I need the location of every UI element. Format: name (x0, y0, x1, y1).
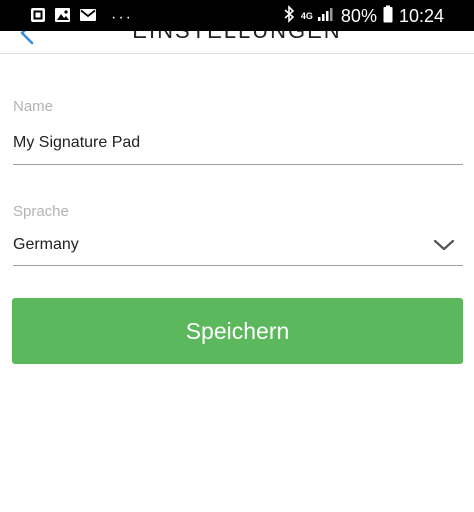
page-title: EINSTELLUNGEN (0, 31, 474, 44)
save-button-label: Speichern (185, 317, 290, 344)
name-input[interactable]: My Signature Pad (13, 134, 140, 152)
notification-icons: ··· (30, 7, 133, 28)
name-input-underline (13, 164, 463, 165)
status-bar: ··· 4G 80% 10:24 (0, 0, 474, 31)
battery-percentage: 80% (340, 6, 377, 26)
more-notifications-icon: ··· (111, 8, 133, 26)
language-select-underline (13, 265, 463, 266)
language-select[interactable]: Germany (13, 236, 79, 254)
mail-notification-icon (79, 7, 97, 28)
battery-icon (383, 5, 393, 28)
name-field-label: Name (13, 98, 54, 115)
signal-icon (317, 6, 335, 27)
screenshot-notification-icon (30, 7, 46, 28)
clock: 10:24 (398, 6, 444, 26)
save-button[interactable]: Speichern (12, 298, 463, 364)
chevron-down-icon[interactable] (433, 238, 455, 257)
image-notification-icon (54, 7, 71, 28)
language-field-label: Sprache (13, 203, 69, 220)
network-type-label: 4G (300, 11, 313, 21)
system-icons: 4G 80% 10:24 (283, 5, 444, 28)
bluetooth-icon (283, 5, 295, 28)
app-bar: EINSTELLUNGEN (0, 31, 474, 54)
